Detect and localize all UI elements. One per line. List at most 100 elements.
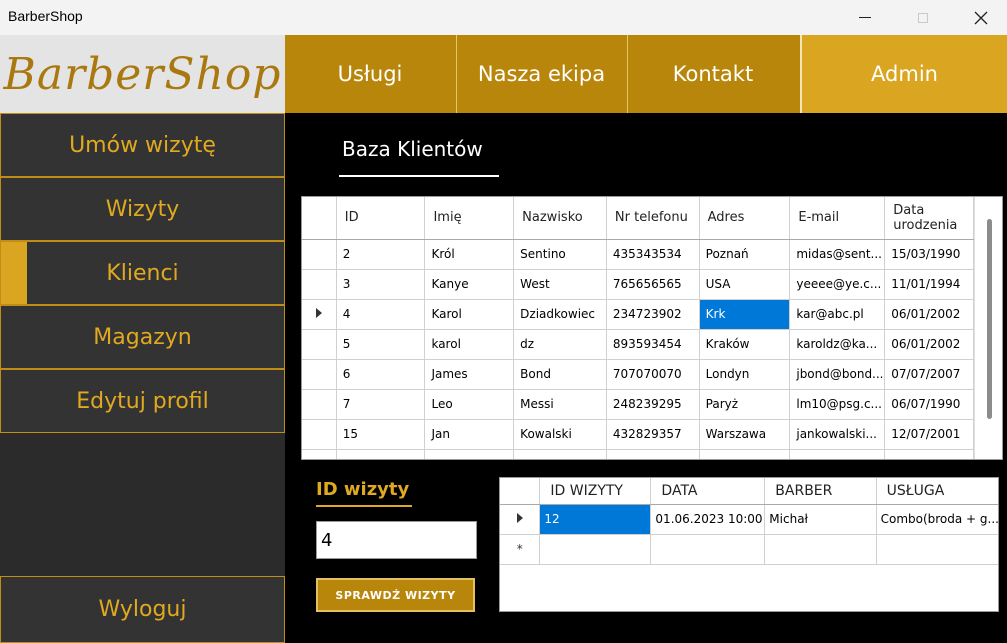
table-cell[interactable]: karol [424, 329, 515, 360]
table-cell[interactable]: Kowalski [513, 419, 607, 450]
table-cell[interactable]: Poznań [699, 239, 791, 270]
row-header[interactable] [302, 329, 337, 360]
table-row[interactable]: 7 Leo Messi 248239295 Paryż lm10@psg.c... 06/0… [302, 389, 974, 420]
table-cell[interactable]: Messi [513, 389, 607, 420]
table-cell[interactable]: Jan [424, 419, 515, 450]
sidebar-item-klienci[interactable]: Klienci [0, 241, 285, 305]
table-cell[interactable]: Leo [424, 389, 515, 420]
column-header-telefon[interactable]: Nr telefonu [606, 197, 700, 240]
new-row[interactable]: * [500, 534, 998, 565]
table-row[interactable]: 4 Karol Dziadkowiec 234723902 Krk kar@abc.pl 0… [302, 299, 974, 330]
nav-kontakt-button[interactable]: Kontakt [627, 35, 798, 113]
table-cell[interactable]: 5 [336, 329, 426, 360]
column-header-usluga[interactable]: USŁUGA [876, 478, 998, 505]
table-row[interactable] [302, 449, 974, 459]
table-cell[interactable]: karoldz@ka... [789, 329, 886, 360]
table-cell[interactable]: midas@sent... [789, 239, 886, 270]
table-cell[interactable]: Bond [513, 359, 607, 390]
table-cell[interactable] [336, 449, 426, 459]
nav-admin-button[interactable]: Admin [800, 35, 1007, 113]
column-header-id[interactable]: ID [336, 197, 426, 240]
row-header[interactable] [302, 239, 337, 270]
table-cell[interactable]: 3 [336, 269, 426, 300]
table-cell[interactable]: Kanye [424, 269, 515, 300]
sidebar-item-magazyn[interactable]: Magazyn [0, 305, 285, 369]
table-row[interactable]: 12 01.06.2023 10:00 Michał Combo(broda + g.… [500, 504, 998, 535]
table-cell[interactable]: 765656565 [606, 269, 700, 300]
column-header-nazwisko[interactable]: Nazwisko [513, 197, 607, 240]
check-visits-button[interactable]: SPRAWDŹ WIZYTY [316, 578, 475, 612]
table-cell[interactable] [539, 534, 652, 565]
table-row[interactable]: 6 James Bond 707070070 Londyn jbond@bond... 07… [302, 359, 974, 390]
table-cell[interactable]: 12 [539, 504, 652, 535]
vertical-scrollbar[interactable] [974, 197, 1002, 459]
table-cell[interactable]: 15/03/1990 [884, 239, 974, 270]
table-cell[interactable] [764, 534, 877, 565]
table-row[interactable]: 5 karol dz 893593454 Kraków karoldz@ka... 06/0… [302, 329, 974, 360]
table-cell[interactable]: Combo(broda + g... [876, 504, 998, 535]
table-cell[interactable]: 06/07/1990 [884, 389, 974, 420]
table-cell[interactable]: Król [424, 239, 515, 270]
row-header[interactable] [302, 449, 337, 459]
table-cell[interactable]: Michał [764, 504, 877, 535]
row-header[interactable]: * [500, 534, 541, 565]
table-cell[interactable]: 435343534 [606, 239, 700, 270]
table-cell[interactable]: 06/01/2002 [884, 299, 974, 330]
close-button[interactable] [953, 0, 1007, 35]
column-header-imie[interactable]: Imię [424, 197, 515, 240]
table-cell[interactable] [699, 449, 791, 459]
table-cell[interactable]: 2 [336, 239, 426, 270]
table-cell[interactable]: 893593454 [606, 329, 700, 360]
column-header-adres[interactable]: Adres [699, 197, 791, 240]
table-cell[interactable] [424, 449, 515, 459]
table-cell[interactable]: Paryż [699, 389, 791, 420]
nav-ekipa-button[interactable]: Nasza ekipa [456, 35, 626, 113]
table-cell[interactable]: 6 [336, 359, 426, 390]
table-cell[interactable]: 234723902 [606, 299, 700, 330]
table-cell[interactable]: 12/07/2001 [884, 419, 974, 450]
logout-button[interactable]: Wyloguj [0, 576, 285, 643]
table-cell[interactable]: Londyn [699, 359, 791, 390]
table-row[interactable]: 3 Kanye West 765656565 USA yeeee@ye.c... 11/01… [302, 269, 974, 300]
column-header-data[interactable]: DATA [650, 478, 766, 505]
table-cell[interactable]: Karol [424, 299, 515, 330]
visits-grid[interactable]: ID WIZYTY DATA BARBER USŁUGA 12 01.06.202… [499, 477, 999, 612]
table-cell[interactable]: 707070070 [606, 359, 700, 390]
table-row[interactable]: 15 Jan Kowalski 432829357 Warszawa jankowalsk… [302, 419, 974, 450]
table-cell[interactable] [876, 534, 998, 565]
table-cell[interactable]: 15 [336, 419, 426, 450]
table-cell[interactable]: jankowalski... [789, 419, 886, 450]
column-header-data-urodzenia[interactable]: Data urodzenia [884, 197, 974, 240]
row-header[interactable] [302, 299, 337, 330]
table-cell[interactable]: James [424, 359, 515, 390]
table-cell[interactable]: Sentino [513, 239, 607, 270]
table-cell[interactable] [789, 449, 886, 459]
table-cell[interactable]: 07/07/2007 [884, 359, 974, 390]
visit-id-input[interactable] [316, 521, 477, 559]
nav-uslugi-button[interactable]: Usługi [285, 35, 455, 113]
table-cell[interactable]: 7 [336, 389, 426, 420]
table-cell[interactable]: kar@abc.pl [789, 299, 886, 330]
row-header[interactable] [500, 504, 541, 535]
row-header[interactable] [302, 419, 337, 450]
row-header[interactable] [302, 269, 337, 300]
table-cell[interactable]: USA [699, 269, 791, 300]
row-header[interactable] [302, 389, 337, 420]
sidebar-item-wizyty[interactable]: Wizyty [0, 177, 285, 241]
table-cell[interactable] [650, 534, 766, 565]
table-cell[interactable]: 01.06.2023 10:00 [650, 504, 766, 535]
table-cell[interactable]: Kraków [699, 329, 791, 360]
table-cell[interactable]: 4 [336, 299, 426, 330]
scrollbar-thumb[interactable] [987, 219, 992, 419]
table-cell[interactable] [513, 449, 607, 459]
row-header[interactable] [302, 359, 337, 390]
sidebar-item-umow-wizyte[interactable]: Umów wizytę [0, 113, 285, 177]
table-row[interactable]: 2 Król Sentino 435343534 Poznań midas@sent...… [302, 239, 974, 270]
table-cell[interactable] [884, 449, 974, 459]
column-header-barber[interactable]: BARBER [764, 478, 877, 505]
table-cell[interactable]: lm10@psg.c... [789, 389, 886, 420]
table-cell[interactable]: 11/01/1994 [884, 269, 974, 300]
table-cell[interactable]: 432829357 [606, 419, 700, 450]
minimize-button[interactable] [837, 0, 893, 35]
table-cell[interactable]: Krk [699, 299, 791, 330]
